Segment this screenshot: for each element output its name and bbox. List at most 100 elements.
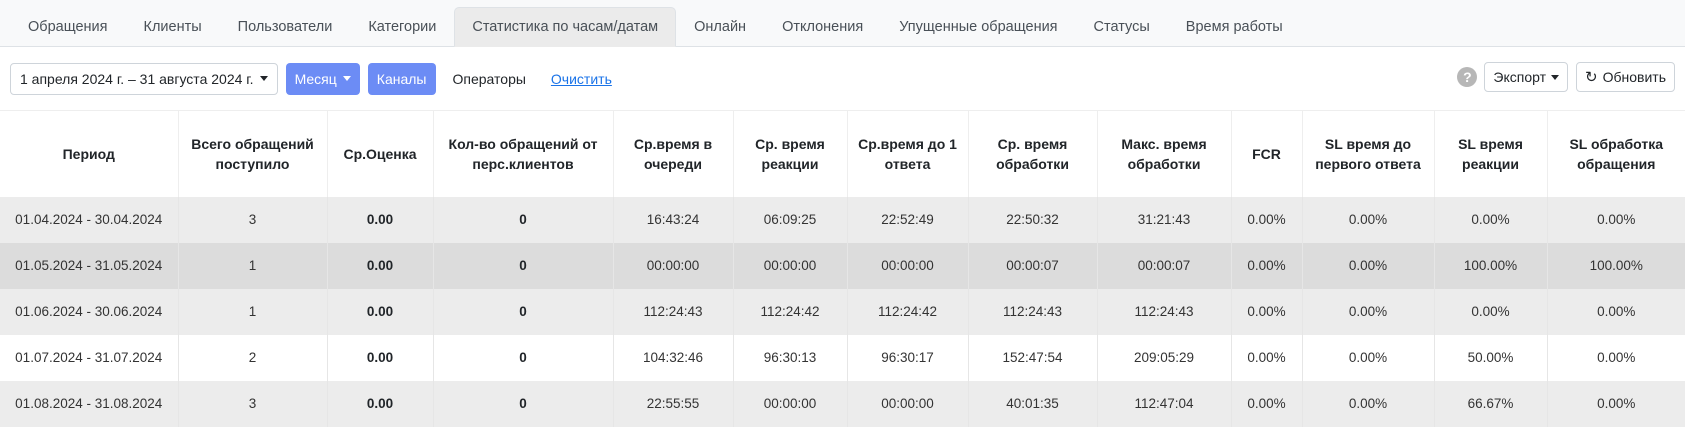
col-header-period[interactable]: Период [0, 110, 179, 197]
col-header-avg-reaction-time[interactable]: Ср. время реакции [733, 110, 848, 197]
cell-avg-first-response: 00:00:00 [847, 380, 969, 427]
cell-period: 01.06.2024 - 30.06.2024 [0, 288, 179, 335]
help-icon[interactable]: ? [1457, 67, 1478, 87]
cell-total: 3 [178, 380, 328, 427]
date-range-label: 1 апреля 2024 г. – 31 августа 2024 г. [20, 70, 254, 87]
cell-avg-reaction-time: 06:09:25 [733, 196, 848, 243]
cell-personal-clients: 0 [433, 288, 614, 335]
cell-max-handling-time: 209:05:29 [1097, 334, 1232, 381]
cell-sl-first-response: 0.00% [1302, 288, 1435, 335]
cell-avg-rating: 0.00 [327, 242, 434, 289]
cell-avg-rating: 0.00 [327, 380, 434, 427]
cell-sl-handling: 0.00% [1547, 288, 1685, 335]
tab-missed[interactable]: Упущенные обращения [881, 7, 1075, 47]
col-header-personal-clients[interactable]: Кол-во обращений от перс.клиентов [433, 110, 614, 197]
cell-avg-rating: 0.00 [327, 334, 434, 381]
refresh-button[interactable]: ↻ Обновить [1576, 62, 1675, 92]
tab-deviations[interactable]: Отклонения [764, 7, 881, 47]
col-header-max-handling-time[interactable]: Макс. время обработки [1097, 110, 1232, 197]
table-row: 01.06.2024 - 30.06.2024 1 0.00 0 112:24:… [0, 288, 1685, 335]
cell-avg-handling-time: 22:50:32 [968, 196, 1098, 243]
cell-avg-rating: 0.00 [327, 288, 434, 335]
cell-avg-reaction-time: 00:00:00 [733, 380, 848, 427]
export-label: Экспорт [1493, 69, 1547, 85]
cell-avg-first-response: 22:52:49 [847, 196, 969, 243]
cell-avg-handling-time: 00:00:07 [968, 242, 1098, 289]
col-header-sl-handling[interactable]: SL обработка обращения [1547, 110, 1685, 197]
cell-avg-reaction-time: 112:24:42 [733, 288, 848, 335]
cell-avg-queue-time: 00:00:00 [613, 242, 734, 289]
cell-avg-reaction-time: 00:00:00 [733, 242, 848, 289]
cell-total: 1 [178, 288, 328, 335]
tab-users[interactable]: Пользователи [220, 7, 351, 47]
stats-table: Период Всего обращений поступило Ср.Оцен… [0, 110, 1685, 427]
tab-online[interactable]: Онлайн [676, 7, 764, 47]
cell-fcr: 0.00% [1231, 380, 1303, 427]
group-by-label: Месяц [294, 70, 337, 87]
tab-clients[interactable]: Клиенты [126, 7, 220, 47]
date-range-picker[interactable]: 1 апреля 2024 г. – 31 августа 2024 г. [10, 62, 278, 95]
cell-sl-handling: 100.00% [1547, 242, 1685, 289]
cell-sl-reaction: 0.00% [1434, 288, 1548, 335]
cell-avg-first-response: 00:00:00 [847, 242, 969, 289]
col-header-avg-rating[interactable]: Ср.Оценка [327, 110, 434, 197]
cell-sl-handling: 0.00% [1547, 380, 1685, 427]
col-header-fcr[interactable]: FCR [1231, 110, 1303, 197]
cell-sl-first-response: 0.00% [1302, 196, 1435, 243]
channels-label: Каналы [376, 70, 427, 87]
caret-down-icon [1551, 74, 1560, 80]
table-row: 01.04.2024 - 30.04.2024 3 0.00 0 16:43:2… [0, 196, 1685, 243]
export-dropdown[interactable]: Экспорт [1484, 62, 1569, 92]
table-row: 01.08.2024 - 31.08.2024 3 0.00 0 22:55:5… [0, 380, 1685, 427]
table-row: 01.07.2024 - 31.07.2024 2 0.00 0 104:32:… [0, 334, 1685, 381]
cell-personal-clients: 0 [433, 196, 614, 243]
cell-period: 01.08.2024 - 31.08.2024 [0, 380, 179, 427]
col-header-sl-reaction[interactable]: SL время реакции [1434, 110, 1548, 197]
refresh-label: Обновить [1602, 69, 1666, 85]
caret-down-icon [342, 76, 351, 81]
tab-stats-hours-dates[interactable]: Статистика по часам/датам [454, 7, 677, 47]
cell-sl-reaction: 66.67% [1434, 380, 1548, 427]
tab-obrashcheniya[interactable]: Обращения [10, 7, 126, 47]
cell-total: 3 [178, 196, 328, 243]
cell-avg-handling-time: 152:47:54 [968, 334, 1098, 381]
cell-sl-first-response: 0.00% [1302, 334, 1435, 381]
col-header-sl-first-response[interactable]: SL время до первого ответа [1302, 110, 1435, 197]
col-header-avg-first-response[interactable]: Ср.время до 1 ответа [847, 110, 969, 197]
cell-fcr: 0.00% [1231, 334, 1303, 381]
cell-max-handling-time: 00:00:07 [1097, 242, 1232, 289]
tab-working-time[interactable]: Время работы [1168, 7, 1301, 47]
clear-link[interactable]: Очистить [551, 71, 612, 87]
cell-fcr: 0.00% [1231, 242, 1303, 289]
channels-button[interactable]: Каналы [367, 62, 436, 95]
tab-bar: Обращения Клиенты Пользователи Категории… [0, 0, 1685, 47]
cell-avg-first-response: 112:24:42 [847, 288, 969, 335]
header-row: Период Всего обращений поступило Ср.Оцен… [0, 110, 1685, 197]
cell-total: 2 [178, 334, 328, 381]
cell-avg-rating: 0.00 [327, 196, 434, 243]
cell-avg-queue-time: 104:32:46 [613, 334, 734, 381]
tab-statuses[interactable]: Статусы [1076, 7, 1168, 47]
col-header-total[interactable]: Всего обращений поступило [178, 110, 328, 197]
cell-total: 1 [178, 242, 328, 289]
table-row: 01.05.2024 - 31.05.2024 1 0.00 0 00:00:0… [0, 242, 1685, 289]
cell-sl-reaction: 50.00% [1434, 334, 1548, 381]
filter-toolbar: 1 апреля 2024 г. – 31 августа 2024 г. Ме… [0, 47, 1685, 110]
cell-personal-clients: 0 [433, 380, 614, 427]
col-header-avg-handling-time[interactable]: Ср. время обработки [968, 110, 1098, 197]
cell-fcr: 0.00% [1231, 288, 1303, 335]
cell-personal-clients: 0 [433, 242, 614, 289]
right-tools: ? Экспорт ↻ Обновить [1457, 62, 1675, 92]
group-by-dropdown[interactable]: Месяц [285, 62, 360, 95]
tab-categories[interactable]: Категории [350, 7, 454, 47]
cell-sl-first-response: 0.00% [1302, 242, 1435, 289]
cell-avg-queue-time: 112:24:43 [613, 288, 734, 335]
cell-sl-handling: 0.00% [1547, 334, 1685, 381]
cell-period: 01.07.2024 - 31.07.2024 [0, 334, 179, 381]
cell-max-handling-time: 112:24:43 [1097, 288, 1232, 335]
cell-avg-first-response: 96:30:17 [847, 334, 969, 381]
operators-filter[interactable]: Операторы [453, 71, 526, 87]
col-header-avg-queue-time[interactable]: Ср.время в очереди [613, 110, 734, 197]
cell-max-handling-time: 112:47:04 [1097, 380, 1232, 427]
cell-period: 01.05.2024 - 31.05.2024 [0, 242, 179, 289]
